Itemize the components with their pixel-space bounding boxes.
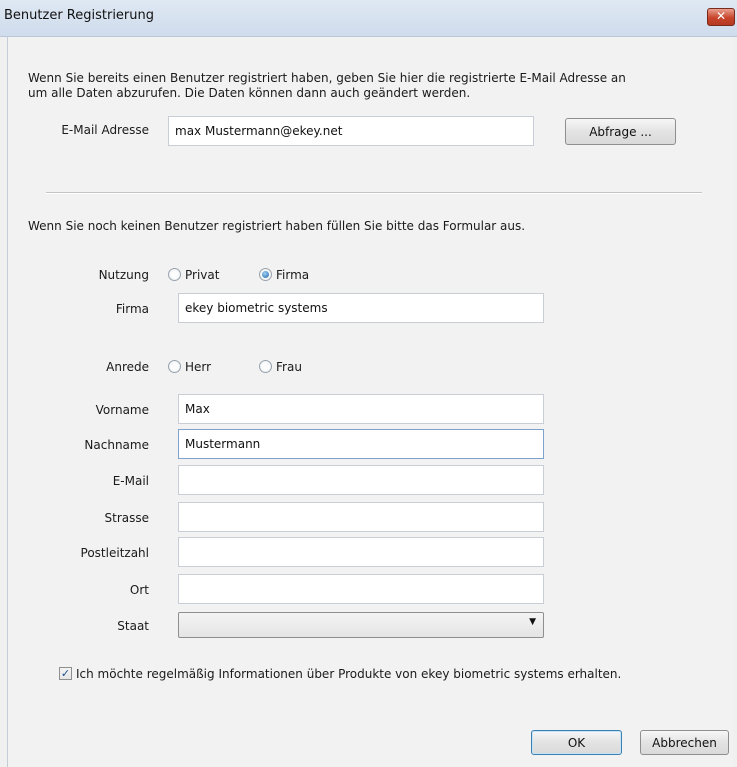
chevron-down-icon: ▼ [529, 617, 536, 627]
country-select[interactable]: ▼ [178, 612, 544, 638]
usage-option-firma[interactable]: Firma [259, 266, 339, 284]
lookup-email-label: E-Mail Adresse [61, 123, 149, 137]
city-label: Ort [129, 583, 149, 597]
salutation-radio-herr[interactable] [168, 360, 181, 373]
first-name-label: Vorname [95, 403, 149, 417]
usage-option-privat[interactable]: Privat [168, 266, 248, 284]
dialog-client-area: Wenn Sie bereits einen Benutzer registri… [7, 37, 733, 767]
newsletter-label: Ich möchte regelmäßig Informationen über… [76, 667, 622, 681]
cancel-button[interactable]: Abbrechen [640, 730, 729, 755]
email-label: E-Mail [112, 474, 149, 488]
street-input[interactable] [178, 502, 544, 532]
close-icon: ✕ [715, 9, 727, 23]
lookup-email-input[interactable] [168, 116, 534, 146]
salutation-option-frau[interactable]: Frau [259, 358, 329, 376]
section-divider [46, 192, 702, 194]
registration-intro: Wenn Sie noch keinen Benutzer registrier… [28, 219, 526, 233]
last-name-label: Nachname [84, 438, 149, 452]
ok-button[interactable]: OK [531, 730, 622, 755]
newsletter-option[interactable]: ✓ Ich möchte regelmäßig Informationen üb… [59, 665, 659, 683]
email-input[interactable] [178, 465, 544, 495]
lookup-intro-line-2: um alle Daten abzurufen. Die Daten könne… [28, 86, 471, 100]
country-label: Staat [117, 619, 149, 633]
first-name-input[interactable] [178, 394, 544, 424]
salutation-option-herr[interactable]: Herr [168, 358, 238, 376]
lookup-intro-line-1: Wenn Sie bereits einen Benutzer registri… [28, 71, 626, 85]
company-label: Firma [115, 302, 149, 316]
usage-radio-firma[interactable] [259, 268, 272, 281]
city-input[interactable] [178, 574, 544, 604]
postal-code-label: Postleitzahl [80, 546, 149, 560]
salutation-option-frau-label: Frau [276, 360, 302, 374]
salutation-radio-frau[interactable] [259, 360, 272, 373]
usage-option-firma-label: Firma [276, 268, 310, 282]
title-bar: Benutzer Registrierung ✕ [0, 0, 737, 37]
close-button[interactable]: ✕ [707, 8, 735, 26]
last-name-input[interactable] [178, 429, 544, 459]
usage-option-privat-label: Privat [185, 268, 220, 282]
postal-code-input[interactable] [178, 537, 544, 567]
usage-radio-privat[interactable] [168, 268, 181, 281]
street-label: Strasse [104, 511, 150, 525]
salutation-option-herr-label: Herr [185, 360, 212, 374]
company-input[interactable] [178, 293, 544, 323]
usage-label: Nutzung [98, 268, 149, 282]
query-button[interactable]: Abfrage ... [565, 118, 676, 145]
newsletter-checkbox[interactable]: ✓ [59, 667, 72, 680]
window-title: Benutzer Registrierung [4, 8, 155, 23]
salutation-label: Anrede [106, 360, 149, 374]
